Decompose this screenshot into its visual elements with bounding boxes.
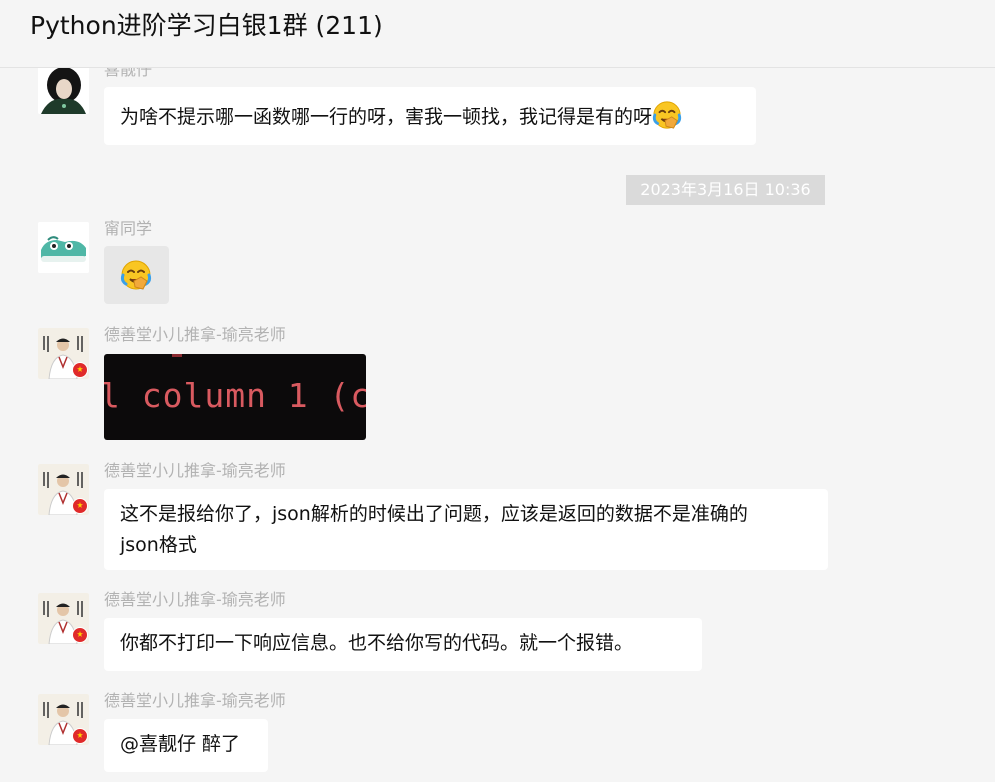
avatar[interactable] bbox=[38, 464, 89, 515]
avatar[interactable] bbox=[38, 222, 89, 273]
flag-badge-icon bbox=[72, 498, 88, 514]
facepalm-emoji-icon bbox=[120, 259, 152, 291]
avatar[interactable] bbox=[38, 593, 89, 644]
image-text: l column 1 (ch bbox=[104, 376, 366, 415]
message-text: 为啥不提示哪一函数哪一行的呀，害我一顿找，我记得是有的呀 bbox=[120, 106, 653, 128]
image-message[interactable]: l column 1 (ch bbox=[104, 354, 366, 440]
message-text: 这不是报给你了，json解析的时候出了问题，应该是返回的数据不是准确的 bbox=[120, 503, 748, 525]
sender-name: 德善堂小儿推拿-瑜亮老师 bbox=[104, 461, 286, 480]
sender-name: 德善堂小儿推拿-瑜亮老师 bbox=[104, 325, 286, 344]
avatar[interactable] bbox=[38, 63, 89, 114]
flag-badge-icon bbox=[72, 362, 88, 378]
message-text: 你都不打印一下响应信息。也不给你写的代码。就一个报错。 bbox=[120, 632, 634, 654]
avatar[interactable] bbox=[38, 694, 89, 745]
chat-header: Python进阶学习白银1群 (211) bbox=[0, 0, 995, 68]
flag-badge-icon bbox=[72, 728, 88, 744]
message-bubble[interactable]: 为啥不提示哪一函数哪一行的呀，害我一顿找，我记得是有的呀 bbox=[104, 87, 756, 145]
flag-badge-icon bbox=[72, 627, 88, 643]
sender-name: 德善堂小儿推拿-瑜亮老师 bbox=[104, 590, 286, 609]
chat-title: Python进阶学习白银1群 (211) bbox=[30, 11, 383, 40]
facepalm-emoji-icon bbox=[652, 100, 682, 130]
sender-name: 德善堂小儿推拿-瑜亮老师 bbox=[104, 691, 286, 710]
avatar[interactable] bbox=[38, 328, 89, 379]
message-bubble[interactable]: @喜靓仔 醉了 bbox=[104, 719, 268, 772]
sender-name: 甯同学 bbox=[104, 219, 153, 238]
message-bubble[interactable]: 你都不打印一下响应信息。也不给你写的代码。就一个报错。 bbox=[104, 618, 702, 671]
image-artifact bbox=[172, 354, 182, 357]
message-bubble[interactable]: 这不是报给你了，json解析的时候出了问题，应该是返回的数据不是准确的 json… bbox=[104, 489, 828, 570]
message-text: @喜靓仔 醉了 bbox=[120, 733, 241, 755]
message-text: json格式 bbox=[120, 534, 197, 556]
message-bubble[interactable] bbox=[104, 246, 169, 304]
timestamp-divider: 2023年3月16日 10:36 bbox=[626, 175, 825, 205]
